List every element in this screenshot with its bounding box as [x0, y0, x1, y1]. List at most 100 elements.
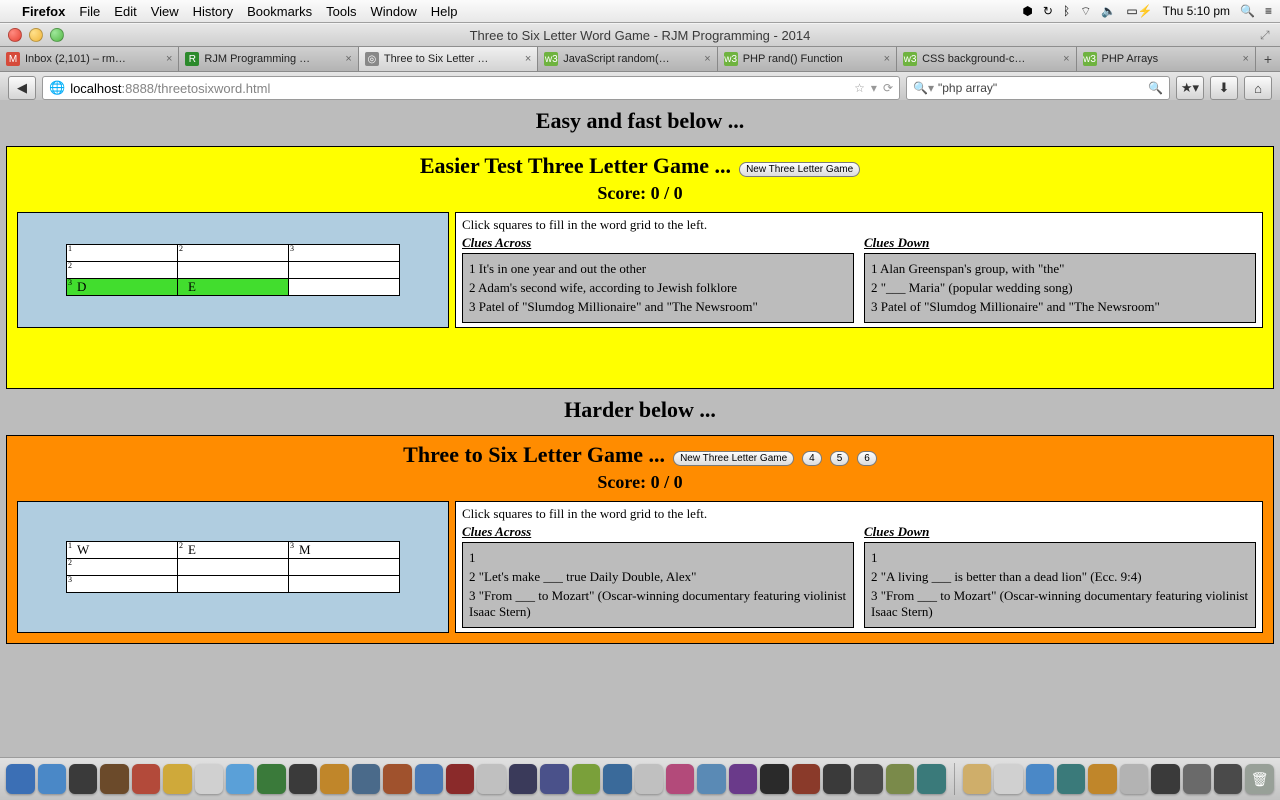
dock-app-icon[interactable]	[1120, 764, 1148, 794]
dock-app-icon[interactable]	[1088, 764, 1116, 794]
dock-app-icon[interactable]	[446, 764, 474, 794]
dock-app-icon[interactable]	[477, 764, 505, 794]
dock-app-icon[interactable]	[1026, 764, 1054, 794]
grid-cell[interactable]	[289, 576, 400, 593]
dock-app-icon[interactable]	[257, 764, 285, 794]
grid-cell[interactable]: E	[178, 279, 289, 296]
dropbox-icon[interactable]: ⬢	[1022, 4, 1032, 18]
menu-window[interactable]: Window	[371, 4, 417, 19]
home-button[interactable]: ⌂	[1244, 76, 1272, 100]
notifications-icon[interactable]: ≡	[1265, 4, 1272, 18]
size-4-button[interactable]: 4	[802, 451, 822, 466]
battery-icon[interactable]: ▭⚡	[1126, 4, 1152, 18]
tab-close-icon[interactable]: ×	[704, 53, 710, 65]
dock-app-icon[interactable]	[100, 764, 128, 794]
sync-icon[interactable]: ↻	[1043, 4, 1053, 18]
dock-app-icon[interactable]	[320, 764, 348, 794]
wifi-icon[interactable]: ⌔	[1080, 4, 1091, 19]
dock-app-icon[interactable]	[792, 764, 820, 794]
reload-icon[interactable]: ⟳	[883, 81, 893, 95]
grid-cell[interactable]: 2E	[178, 542, 289, 559]
grid-cell[interactable]	[178, 559, 289, 576]
dock-app-icon[interactable]	[1214, 764, 1242, 794]
tab-close-icon[interactable]: ×	[166, 53, 172, 65]
fullscreen-icon[interactable]: ⤢	[1260, 28, 1274, 42]
hard-new-game-button[interactable]: New Three Letter Game	[673, 451, 794, 466]
browser-tab[interactable]: ◎Three to Six Letter …×	[359, 47, 538, 71]
menu-edit[interactable]: Edit	[114, 4, 136, 19]
dock-app-icon[interactable]	[729, 764, 757, 794]
browser-tab[interactable]: w3PHP rand() Function×	[718, 47, 897, 71]
app-name[interactable]: Firefox	[22, 4, 65, 19]
volume-icon[interactable]: 🔈	[1101, 4, 1116, 18]
browser-tab[interactable]: w3CSS background-c…×	[897, 47, 1076, 71]
dock-app-icon[interactable]	[760, 764, 788, 794]
browser-tab[interactable]: MInbox (2,101) – rm…×	[0, 47, 179, 71]
grid-cell[interactable]	[289, 279, 400, 296]
search-box[interactable]: 🔍▾ "php array" 🔍	[906, 76, 1170, 100]
trash-icon[interactable]: 🗑	[1245, 764, 1273, 794]
downloads-button[interactable]: ⬇	[1210, 76, 1238, 100]
menu-history[interactable]: History	[193, 4, 233, 19]
dock-app-icon[interactable]	[666, 764, 694, 794]
dock-app-icon[interactable]	[38, 764, 66, 794]
dock-app-icon[interactable]	[6, 764, 34, 794]
grid-cell[interactable]: 1W	[67, 542, 178, 559]
dock-app-icon[interactable]	[963, 764, 991, 794]
dock-app-icon[interactable]	[163, 764, 191, 794]
tab-close-icon[interactable]: ×	[884, 53, 890, 65]
browser-tab[interactable]: w3JavaScript random(…×	[538, 47, 717, 71]
dock-app-icon[interactable]	[697, 764, 725, 794]
dock-app-icon[interactable]	[823, 764, 851, 794]
dock-app-icon[interactable]	[572, 764, 600, 794]
menu-bookmarks[interactable]: Bookmarks	[247, 4, 312, 19]
new-three-letter-game-button[interactable]: New Three Letter Game	[739, 162, 860, 177]
dock-app-icon[interactable]	[509, 764, 537, 794]
grid-cell[interactable]: 3D	[67, 279, 178, 296]
dock-app-icon[interactable]	[289, 764, 317, 794]
grid-cell[interactable]: 3	[67, 576, 178, 593]
grid-cell[interactable]: 2	[178, 245, 289, 262]
dock-app-icon[interactable]	[886, 764, 914, 794]
grid-cell[interactable]: 3M	[289, 542, 400, 559]
size-6-button[interactable]: 6	[857, 451, 877, 466]
menu-file[interactable]: File	[79, 4, 100, 19]
dock-app-icon[interactable]	[917, 764, 945, 794]
dock-app-icon[interactable]	[383, 764, 411, 794]
grid-cell[interactable]: 3	[289, 245, 400, 262]
tab-close-icon[interactable]: ×	[345, 53, 351, 65]
tab-close-icon[interactable]: ×	[525, 53, 531, 65]
grid-cell[interactable]	[289, 559, 400, 576]
bookmarks-button[interactable]: ★▾	[1176, 76, 1204, 100]
bookmark-star-icon[interactable]: ☆	[854, 81, 865, 95]
easy-word-grid[interactable]: 12323DE	[66, 244, 400, 296]
tab-close-icon[interactable]: ×	[1243, 53, 1249, 65]
new-tab-button[interactable]: +	[1256, 47, 1280, 71]
dock-app-icon[interactable]	[603, 764, 631, 794]
dock-app-icon[interactable]	[352, 764, 380, 794]
dock-app-icon[interactable]	[635, 764, 663, 794]
dropdown-icon[interactable]: ▾	[871, 81, 877, 95]
grid-cell[interactable]	[178, 576, 289, 593]
address-bar[interactable]: 🌐 localhost :8888 /threetosixword.html ☆…	[42, 76, 900, 100]
dock-app-icon[interactable]	[854, 764, 882, 794]
size-5-button[interactable]: 5	[830, 451, 850, 466]
bluetooth-icon[interactable]: ᛒ	[1063, 4, 1070, 18]
grid-cell[interactable]: 2	[67, 262, 178, 279]
grid-cell[interactable]: 2	[67, 559, 178, 576]
spotlight-icon[interactable]: 🔍	[1240, 4, 1255, 18]
dock-app-icon[interactable]	[994, 764, 1022, 794]
dock-app-icon[interactable]	[132, 764, 160, 794]
clock[interactable]: Thu 5:10 pm	[1163, 4, 1230, 18]
browser-tab[interactable]: RRJM Programming …×	[179, 47, 358, 71]
dock-app-icon[interactable]	[1151, 764, 1179, 794]
menu-tools[interactable]: Tools	[326, 4, 356, 19]
tab-close-icon[interactable]: ×	[1063, 53, 1069, 65]
dock-app-icon[interactable]	[195, 764, 223, 794]
hard-word-grid[interactable]: 1W2E3M 23	[66, 541, 400, 593]
browser-tab[interactable]: w3PHP Arrays×	[1077, 47, 1256, 71]
grid-cell[interactable]	[178, 262, 289, 279]
grid-cell[interactable]	[289, 262, 400, 279]
dock-app-icon[interactable]	[415, 764, 443, 794]
back-button[interactable]: ◀	[8, 76, 36, 100]
